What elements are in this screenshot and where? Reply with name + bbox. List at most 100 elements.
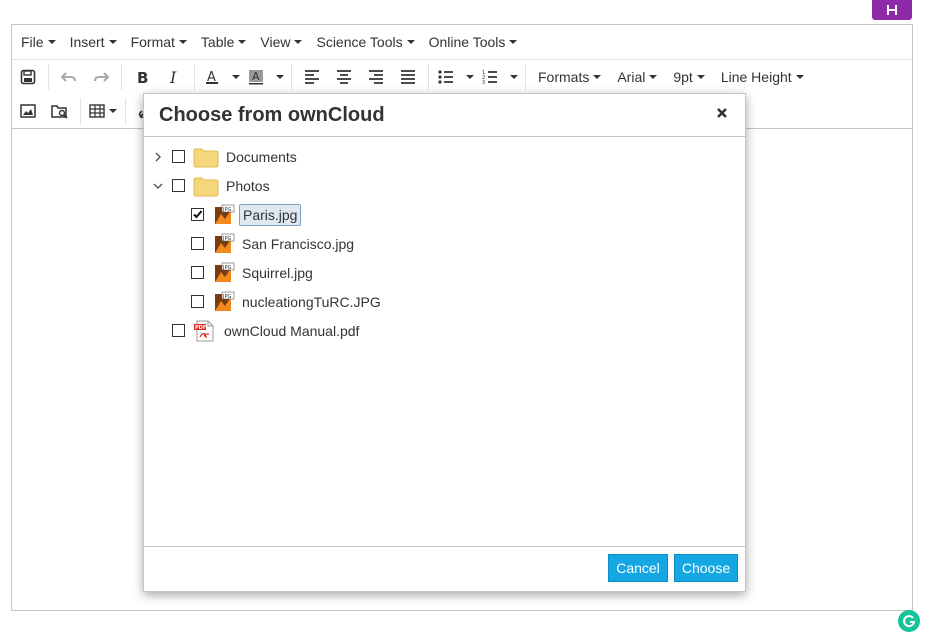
checkbox-owncloud-manual[interactable] [172, 324, 185, 337]
align-center-button[interactable] [328, 63, 360, 91]
checkbox-squirrel[interactable] [191, 266, 204, 279]
dialog-title: Choose from ownCloud [159, 104, 385, 126]
tree-item-owncloud-manual[interactable]: PDF ownCloud Manual.pdf [172, 316, 362, 345]
svg-text:JPG: JPG [222, 294, 231, 300]
chevron-down-icon [510, 75, 518, 79]
svg-text:B: B [137, 69, 148, 85]
tree-item-label: Squirrel.jpg [242, 264, 313, 281]
chevron-down-icon [232, 75, 240, 79]
chevron-down-icon [795, 75, 804, 79]
tree-item-label: ownCloud Manual.pdf [224, 322, 360, 339]
tree-item-san-francisco[interactable]: JPG San Francisco.jpg [191, 229, 357, 258]
checkmark-icon [193, 210, 203, 219]
chevron-down-icon [276, 75, 284, 79]
italic-button[interactable]: I [158, 63, 190, 91]
text-color-dropdown[interactable] [225, 63, 243, 91]
tree-item-documents[interactable]: Documents [150, 142, 300, 171]
folder-icon [193, 177, 219, 196]
numbered-list-button[interactable]: 123 [477, 63, 503, 91]
close-button[interactable] [715, 106, 731, 122]
line-height-dropdown[interactable]: Line Height [713, 63, 812, 91]
menu-file-label: File [21, 34, 44, 50]
menu-format-label: Format [130, 34, 175, 50]
floppy-icon [20, 69, 36, 85]
menu-insert[interactable]: Insert [63, 27, 124, 57]
tree-item-photos[interactable]: Photos [150, 171, 273, 200]
owncloud-dialog: Choose from ownCloud Documents Photos JP… [143, 93, 746, 592]
redo-icon [94, 72, 109, 82]
menubar: File Insert Format Table View Science To… [12, 25, 912, 60]
choose-button[interactable]: Choose [674, 554, 738, 582]
chevron-down-icon [47, 40, 56, 44]
save-button[interactable] [12, 63, 44, 91]
checkbox-paris[interactable] [191, 208, 204, 221]
menu-science-tools[interactable]: Science Tools [309, 27, 421, 57]
italic-icon: I [169, 69, 177, 85]
tree-item-squirrel[interactable]: JPG Squirrel.jpg [191, 258, 316, 287]
cancel-button[interactable]: Cancel [608, 554, 668, 582]
menu-online-tools[interactable]: Online Tools [422, 27, 525, 57]
toolbar-divider [428, 64, 429, 90]
chevron-down-icon [294, 40, 303, 44]
line-height-label: Line Height [720, 69, 792, 85]
menu-file[interactable]: File [14, 27, 63, 57]
align-right-icon [369, 70, 383, 84]
owncloud-browse-button[interactable] [44, 97, 76, 125]
bullet-list-icon [438, 70, 453, 84]
chevron-down-icon [696, 75, 705, 79]
menu-view[interactable]: View [253, 27, 309, 57]
checkbox-photos[interactable] [172, 179, 185, 192]
formats-dropdown[interactable]: Formats [530, 63, 609, 91]
jpg-file-icon: JPG [215, 262, 235, 282]
chevron-down-icon [406, 40, 415, 44]
tree-item-nucleation[interactable]: JPG nucleationgTuRC.JPG [191, 287, 384, 316]
chevron-right-icon[interactable] [150, 149, 166, 165]
bold-button[interactable]: B [126, 63, 158, 91]
menu-format[interactable]: Format [124, 27, 194, 57]
align-justify-button[interactable] [392, 63, 424, 91]
svg-text:I: I [169, 69, 177, 85]
svg-text:JPG: JPG [222, 207, 231, 213]
chevron-down-icon [238, 40, 247, 44]
jpg-file-icon: JPG [215, 204, 235, 224]
toolbar-divider [125, 98, 126, 124]
svg-text:A: A [252, 70, 260, 83]
jpg-file-icon: JPG [215, 291, 235, 311]
pdf-file-icon: PDF [194, 320, 214, 341]
checkbox-nucleation[interactable] [191, 295, 204, 308]
bold-icon: B [137, 69, 148, 85]
toolbar-divider [121, 64, 122, 90]
menu-view-label: View [260, 34, 291, 50]
table-button[interactable] [85, 97, 121, 125]
menu-insert-label: Insert [69, 34, 105, 50]
tree-item-label: Photos [226, 177, 270, 194]
numbered-list-dropdown[interactable] [503, 63, 521, 91]
redo-button[interactable] [85, 63, 117, 91]
menu-table[interactable]: Table [194, 27, 253, 57]
checkbox-documents[interactable] [172, 150, 185, 163]
background-color-dropdown[interactable] [269, 63, 287, 91]
align-left-button[interactable] [296, 63, 328, 91]
background-color-button[interactable]: A [243, 63, 269, 91]
undo-button[interactable] [53, 63, 85, 91]
align-justify-icon [401, 70, 415, 84]
checkbox-san-francisco[interactable] [191, 237, 204, 250]
folder-icon [193, 148, 219, 167]
text-color-button[interactable]: A [199, 63, 225, 91]
table-icon [89, 104, 105, 118]
font-size-dropdown[interactable]: 9pt [665, 63, 712, 91]
bullet-list-button[interactable] [433, 63, 459, 91]
tree-item-label: Documents [226, 148, 297, 165]
chevron-down-icon [593, 75, 602, 79]
insert-image-button[interactable] [12, 97, 44, 125]
save-corner-button[interactable] [872, 0, 912, 20]
align-right-button[interactable] [360, 63, 392, 91]
bullet-list-dropdown[interactable] [459, 63, 477, 91]
menu-table-label: Table [200, 34, 235, 50]
chevron-down-icon[interactable] [150, 178, 166, 194]
tree-item-paris[interactable]: JPG Paris.jpg [191, 200, 302, 229]
svg-text:PDF: PDF [195, 325, 206, 331]
font-family-dropdown[interactable]: Arial [609, 63, 665, 91]
dialog-footer: Cancel Choose [144, 546, 745, 591]
toolbar-divider [194, 64, 195, 90]
